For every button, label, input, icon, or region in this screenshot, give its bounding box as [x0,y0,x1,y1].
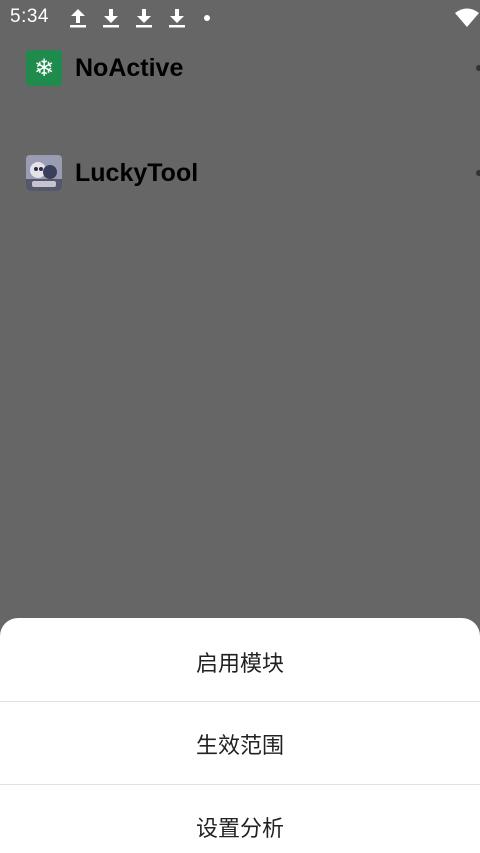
status-bar: 5:34 [0,0,480,36]
download-arrow-icon [169,9,185,28]
module-item-noactive[interactable]: ❄ NoActive [26,50,480,86]
download-arrow-icon [136,9,152,28]
module-item-luckytool[interactable]: LuckyTool [26,155,480,191]
overflow-indicator [476,170,480,176]
module-name: NoActive [75,53,184,82]
upload-arrow-icon [70,9,86,28]
settings-analysis-option[interactable]: 设置分析 [0,785,480,853]
enable-module-option[interactable]: 启用模块 [0,620,480,703]
status-notification-icons [68,7,210,29]
bottom-sheet-menu: 启用模块 生效范围 设置分析 [0,618,480,853]
snowflake-icon: ❄ [26,50,62,86]
module-name: LuckyTool [75,158,199,187]
scope-option[interactable]: 生效范围 [0,702,480,785]
wifi-icon [455,8,479,27]
download-arrow-icon [103,9,119,28]
overflow-indicator [476,65,480,71]
snowflake-glyph: ❄ [33,54,55,82]
luckytool-app-icon [26,155,62,191]
luckytool-artwork [26,155,62,191]
screen: 5:34 ❄ NoActive LuckyTool 启用模块 生效范围 设置分析 [0,0,480,853]
notification-dot-icon [204,15,210,21]
status-time: 5:34 [10,6,49,27]
